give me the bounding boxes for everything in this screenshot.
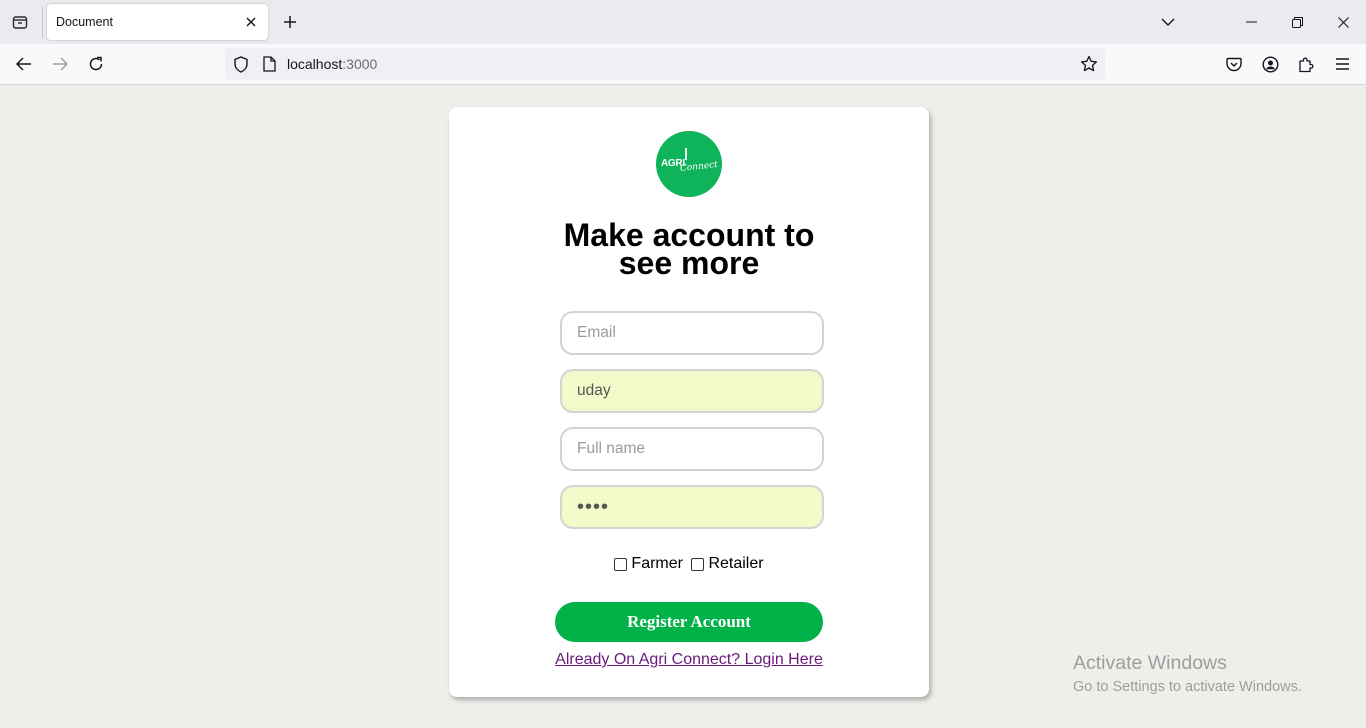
watermark-title: Activate Windows (1073, 652, 1227, 674)
login-link[interactable]: Already On Agri Connect? Login Here (449, 651, 929, 669)
url-host: localhost (287, 56, 343, 72)
minimize-button[interactable] (1236, 8, 1266, 36)
activate-windows-watermark: Activate Windows Go to Settings to activ… (1073, 651, 1302, 696)
star-icon[interactable] (1079, 54, 1099, 74)
tab-separator (42, 6, 43, 38)
back-button[interactable] (10, 50, 38, 78)
address-bar[interactable]: localhost:3000 (225, 48, 1105, 80)
reload-icon (88, 56, 104, 72)
restore-button[interactable] (1282, 8, 1312, 36)
register-account-button[interactable]: Register Account (555, 602, 823, 642)
title-line-2: see more (618, 245, 760, 281)
url-port: :3000 (342, 56, 378, 72)
agri-connect-logo: AGRI Connect (656, 131, 722, 197)
tab-document[interactable]: Document (47, 4, 268, 40)
hamburger-menu-icon (1335, 58, 1350, 70)
retailer-checkbox[interactable] (691, 557, 705, 571)
register-card: AGRI Connect Make account to see more Fa… (449, 107, 929, 697)
url-text[interactable]: localhost:3000 (287, 56, 377, 72)
close-icon (1337, 16, 1349, 28)
farmer-label: Farmer (631, 555, 683, 572)
new-tab-button[interactable] (278, 10, 302, 34)
password-field[interactable] (560, 485, 824, 529)
watermark-subtitle: Go to Settings to activate Windows. (1073, 679, 1302, 695)
puzzle-icon (1298, 56, 1315, 73)
shield-icon[interactable] (231, 54, 251, 74)
retailer-option[interactable]: Retailer (691, 555, 764, 573)
email-field[interactable] (560, 311, 824, 355)
role-selector: Farmer Retailer (449, 555, 929, 576)
logo-connect-text: Connect (679, 160, 719, 174)
full-name-field[interactable] (560, 427, 824, 471)
page-title: Make account to see more (449, 219, 929, 281)
pocket-icon (1226, 57, 1242, 72)
minimize-icon (1245, 21, 1257, 23)
forward-button[interactable] (46, 50, 74, 78)
menu-button[interactable] (1328, 50, 1356, 78)
farmer-option[interactable]: Farmer (614, 555, 683, 573)
logo-stem-icon (685, 148, 687, 160)
plus-icon (283, 15, 297, 29)
retailer-label: Retailer (708, 555, 764, 572)
account-icon (1261, 55, 1279, 73)
pocket-button[interactable] (1220, 50, 1248, 78)
account-button[interactable] (1256, 50, 1284, 78)
tab-strip: Document (0, 0, 1366, 44)
navigation-toolbar: localhost:3000 (0, 44, 1366, 85)
reload-button[interactable] (82, 50, 110, 78)
close-window-button[interactable] (1328, 8, 1358, 36)
farmer-checkbox[interactable] (614, 557, 628, 571)
tab-list-icon (12, 14, 28, 30)
page-icon[interactable] (259, 54, 279, 74)
arrow-right-icon (52, 57, 68, 71)
restore-icon (1291, 16, 1303, 28)
extensions-button[interactable] (1292, 50, 1320, 78)
username-field[interactable] (560, 369, 824, 413)
list-all-tabs-button[interactable] (1153, 8, 1183, 36)
arrow-left-icon (16, 57, 32, 71)
tab-title: Document (56, 15, 113, 29)
close-tab-icon[interactable] (242, 13, 260, 31)
tab-list-button[interactable] (6, 8, 34, 36)
chevron-down-icon (1161, 18, 1175, 26)
